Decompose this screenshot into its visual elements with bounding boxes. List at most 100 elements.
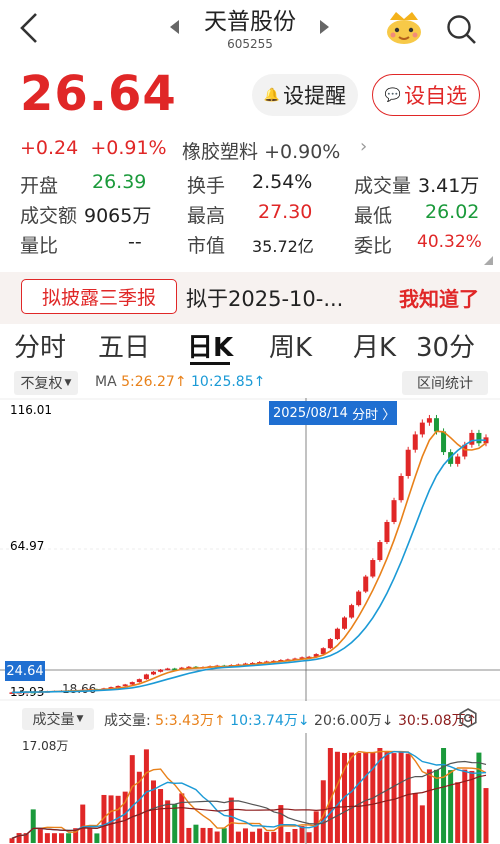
volume-bar — [221, 828, 227, 843]
amount-value: 9065万 — [84, 205, 152, 227]
tab-weekly-k[interactable]: 周K — [269, 327, 312, 364]
volume-bar — [483, 788, 489, 843]
indicator-selector[interactable]: 成交量 ▼ — [22, 708, 94, 730]
volume-bar — [200, 827, 206, 843]
candle — [391, 500, 397, 522]
kline-chart[interactable]: 116.01 64.97 13.93 18.66 — [0, 398, 500, 701]
candle — [441, 431, 447, 453]
candle — [349, 605, 355, 618]
volume-value: 3.41万 — [418, 175, 480, 197]
volume-bar — [299, 826, 305, 843]
adjust-label: 不复权 — [20, 376, 63, 392]
notice-text[interactable]: 拟于2025-10-... — [186, 283, 376, 313]
ma-legend: MA 5:26.27↑ 10:25.85↑ — [95, 374, 265, 390]
set-alert-button[interactable]: 🔔 设提醒 — [252, 74, 358, 116]
gear-icon[interactable] — [458, 708, 478, 728]
ma-label: MA — [95, 374, 117, 390]
volume-bar — [271, 831, 277, 843]
open-label: 开盘 — [20, 175, 59, 197]
volume-bar — [250, 831, 256, 843]
volume-bar — [30, 809, 36, 843]
candle — [419, 422, 425, 435]
volume-bar — [313, 811, 319, 843]
candle — [150, 671, 156, 675]
mascot-icon[interactable] — [384, 10, 424, 46]
indicator-label: 成交量 — [32, 712, 75, 728]
volume-bar — [469, 770, 475, 843]
volume-bar — [94, 833, 100, 843]
volume-bar — [264, 831, 270, 843]
candle — [426, 418, 432, 423]
vol10-value: 10:3.74万↓ — [230, 713, 310, 729]
sector-link[interactable]: 橡胶塑料 +0.90% — [182, 137, 340, 164]
candle — [455, 456, 461, 464]
tab-five-day[interactable]: 五日 — [98, 327, 150, 364]
min-price-label: 18.66 — [62, 682, 96, 696]
next-stock-icon[interactable] — [320, 20, 329, 34]
volume-bar — [207, 828, 213, 843]
candle — [370, 560, 376, 577]
volume-bar — [129, 755, 135, 843]
intraday-link: 分时 〉 — [352, 407, 396, 423]
volume-legend-label: 成交量: — [104, 713, 151, 729]
volume-bar — [384, 752, 390, 843]
volume-bar — [80, 804, 86, 843]
volume-bar — [193, 824, 199, 843]
volume-bar — [165, 800, 171, 843]
crosshair-date-tag[interactable]: 2025/08/14 分时 〉 — [269, 401, 397, 425]
stock-code: 605255 — [227, 37, 273, 51]
current-price-tag: 24.64 — [5, 661, 45, 681]
adjust-selector[interactable]: 不复权 ▼ — [14, 371, 78, 395]
sector-name: 橡胶塑料 — [182, 141, 259, 163]
volume-bar — [306, 832, 312, 843]
search-icon[interactable] — [444, 12, 478, 46]
y-mid-label: 64.97 — [10, 539, 44, 553]
high-value: 27.30 — [258, 201, 313, 223]
candle — [334, 628, 340, 640]
tab-underline — [190, 362, 230, 365]
ma5-value: 5:26.27↑ — [121, 374, 187, 390]
expand-corner-icon[interactable] — [484, 256, 493, 265]
volume-bar — [37, 827, 43, 843]
crosshair-date: 2025/08/14 — [273, 405, 348, 421]
volume-bar — [16, 833, 22, 843]
volume-bar — [108, 795, 114, 843]
chat-icon: 💬 — [384, 87, 402, 103]
volume-bar — [405, 753, 411, 843]
tab-daily-k[interactable]: 日K — [187, 327, 233, 364]
commission-value: 40.32% — [417, 232, 482, 252]
vol-ratio-label: 量比 — [20, 235, 59, 257]
range-stats-button[interactable]: 区间统计 — [402, 371, 488, 395]
ma5-line — [11, 430, 487, 694]
turnover-value: 2.54% — [252, 171, 313, 193]
tab-intraday[interactable]: 分时 — [14, 327, 66, 364]
volume-bar — [363, 752, 369, 843]
chevron-right-icon: › — [360, 136, 368, 157]
notice-tag: 拟披露三季报 — [21, 279, 177, 314]
volume-bar — [235, 831, 241, 843]
candle — [136, 679, 142, 683]
dropdown-icon: ▼ — [76, 714, 84, 724]
candle — [129, 682, 135, 685]
volume-bar — [391, 753, 397, 843]
y-max-label: 116.01 — [10, 403, 52, 417]
volume-bar — [214, 831, 220, 843]
candle — [342, 617, 348, 629]
commission-label: 委比 — [354, 235, 393, 257]
volume-bar — [143, 749, 149, 843]
volume-bar — [285, 832, 291, 843]
volume-bar — [292, 828, 298, 843]
volume-bar — [441, 748, 447, 843]
volume-bar — [44, 833, 50, 843]
candle — [143, 674, 149, 680]
tab-monthly-k[interactable]: 月K — [353, 327, 396, 364]
add-favorite-button[interactable]: 💬 设自选 — [372, 74, 480, 116]
change-value: +0.24 — [20, 137, 79, 159]
amount-label: 成交额 — [20, 205, 78, 227]
volume-bar — [228, 797, 234, 843]
candle — [476, 432, 482, 444]
volume-bar — [9, 838, 15, 843]
notice-dismiss-button[interactable]: 我知道了 — [399, 283, 479, 312]
volume-bar — [419, 805, 425, 843]
tab-30min[interactable]: 30分 — [416, 327, 475, 364]
